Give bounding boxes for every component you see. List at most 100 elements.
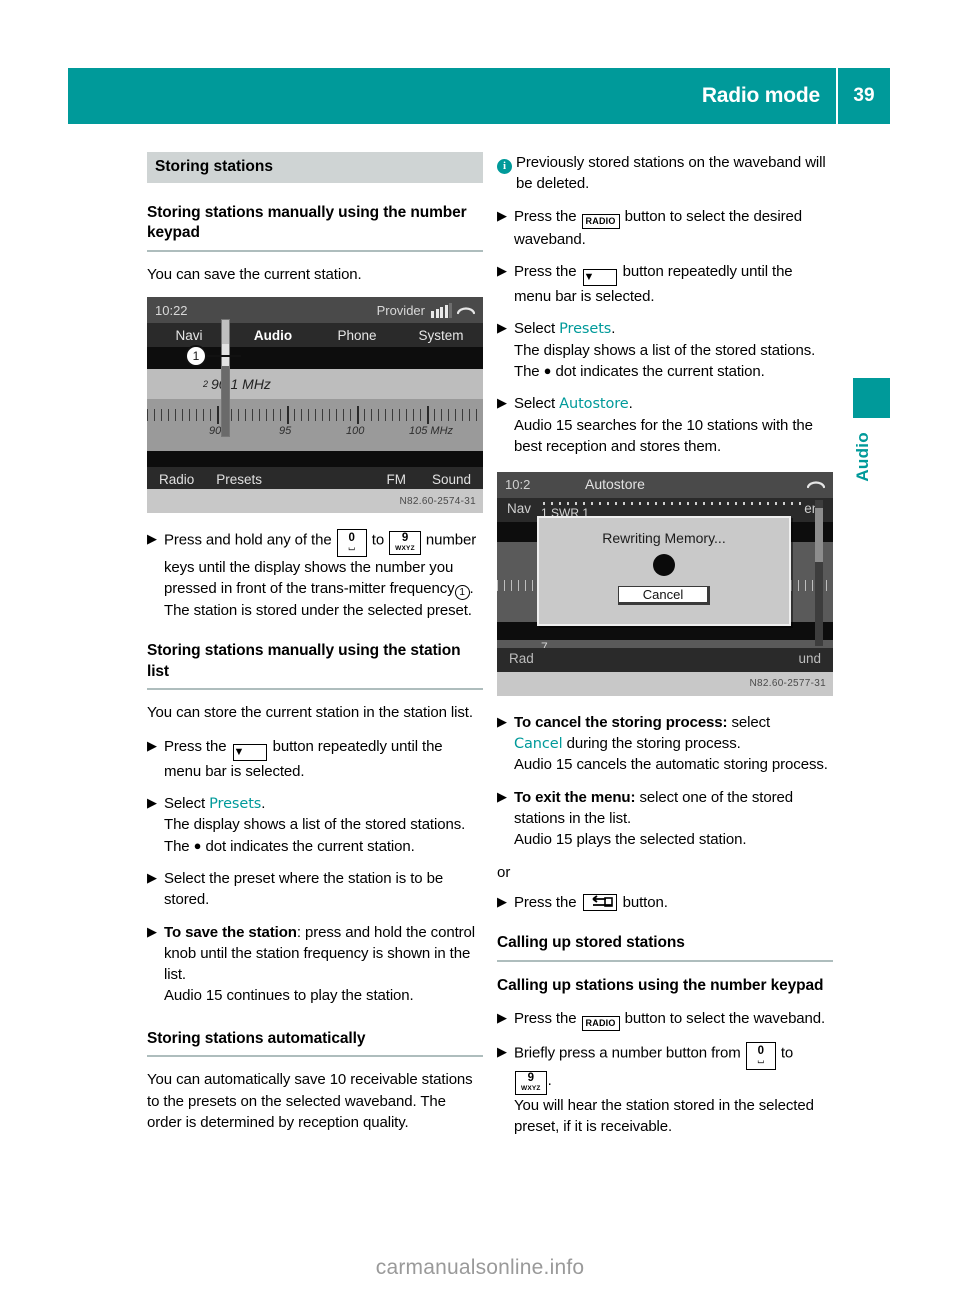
scale-major-ticks [147, 406, 483, 425]
step-text-b: to [780, 1044, 794, 1062]
step-marker-icon: ▶ [497, 395, 507, 411]
left-column: Storing stations Storing stations manual… [147, 152, 483, 1145]
chapter-side-tab: Audio [853, 378, 891, 482]
step-text-mid: select [731, 713, 771, 731]
step-text-b: button to select the waveband. [624, 1010, 826, 1028]
heading-rule-2 [147, 688, 483, 691]
step-marker-icon: ▶ [497, 207, 507, 223]
key-0-icon: 0 ⌴ [745, 1042, 776, 1070]
step-result: The station is stored under the selected… [164, 602, 472, 619]
heading-rule [147, 249, 483, 252]
step-exit-the-menu: ▶ To exit the menu: select one of the st… [497, 787, 833, 851]
bottom-menu-sound[interactable]: Sound [432, 472, 483, 487]
step-text-a: Press the [164, 737, 227, 755]
radio-status-bar: 10:22 Provider [147, 297, 483, 324]
menu-link-presets[interactable]: Presets [559, 321, 611, 337]
scale-label-90: 90 [209, 425, 222, 438]
step-text: Press the button. [514, 892, 833, 913]
info-text: Previously stored stations on the waveba… [516, 154, 826, 193]
radio-top-menu: Navi Audio Phone System [147, 323, 483, 348]
step-marker-icon: ▶ [497, 788, 507, 804]
menu-link-cancel[interactable]: Cancel [514, 736, 563, 752]
radio-frequency-value: 90.1 MHz [211, 376, 271, 393]
back-button-icon [582, 893, 617, 911]
menu-link-autostore[interactable]: Autostore [559, 396, 629, 412]
bottom-menu-presets[interactable]: Presets [194, 472, 262, 487]
step-text-b: . [611, 320, 616, 338]
key-9-icon: 9 WXYZ [515, 1071, 547, 1096]
bullet-dot-icon: ● [193, 837, 202, 853]
step-text: Select the preset where the station is t… [164, 869, 444, 909]
rewriting-memory-dialog: Rewriting Memory... Cancel [537, 515, 791, 626]
step-marker-icon: ▶ [147, 737, 157, 753]
bottom-menu-sound[interactable]: und [798, 651, 821, 666]
step-text: To save the station: press and hold the … [164, 922, 483, 1007]
step-select-presets: ▶ Select Presets. The display shows a li… [147, 793, 483, 857]
right-column: i Previously stored stations on the wave… [497, 152, 833, 1149]
step-text: Press the RADIO button to select the des… [514, 206, 833, 250]
autostore-scrollbar[interactable] [815, 499, 823, 646]
step-result-b: dot indicates the current station. [555, 363, 765, 381]
step-marker-icon: ▶ [497, 1010, 507, 1026]
step-result: Audio 15 plays the selected station. [514, 831, 747, 849]
menu-item-audio[interactable]: Audio [231, 328, 315, 343]
bottom-menu-radio[interactable]: Rad [509, 651, 534, 666]
menu-item-phone[interactable]: Phone [315, 328, 399, 343]
heading-storing-manually-keypad: Storing stations manually using the numb… [147, 204, 467, 242]
radio-bottom-menu: Radio Presets FM Sound [147, 467, 483, 490]
menu-item-system[interactable]: System [399, 328, 483, 343]
intro-storing-automatically: You can automatically save 10 receivable… [147, 1071, 473, 1131]
radio-button-icon: RADIO [581, 1016, 620, 1032]
page-title: Radio mode [701, 84, 820, 107]
step-text-rest: during the storing process. [566, 734, 741, 752]
step-text: Select Autostore. Audio 15 searches for … [514, 393, 833, 457]
side-tab-label: Audio [853, 432, 872, 482]
step-press-down-button: ▶ Press the ▼ button repeatedly until th… [497, 261, 833, 307]
phone-handset-icon [456, 303, 476, 318]
radio-button-icon: RADIO [581, 213, 620, 229]
step-text-d: . [469, 580, 474, 597]
step-marker-icon: ▶ [497, 262, 507, 278]
step-text-a: Press the [514, 1010, 577, 1028]
menu-item-navi[interactable]: Nav [507, 501, 531, 516]
figure-caption-2: N82.60-2577-31 [497, 671, 833, 696]
bottom-menu-fm[interactable]: FM [386, 472, 432, 487]
bullet-dot-icon: ● [543, 363, 552, 379]
step-marker-icon: ▶ [147, 869, 157, 885]
step-text: Select Presets. The display shows a list… [514, 318, 833, 382]
radio-frequency-row: 2 90.1 MHz [147, 369, 483, 400]
preset-index-label: 2 [203, 379, 209, 390]
radio-frequency-scale: 90 95 100 105 MHz [147, 399, 483, 452]
step-text: Press and hold any of the 0 ⌴ to 9 WXYZ nu… [164, 529, 483, 621]
radio-clock: 10:22 [155, 302, 188, 318]
phone-handset-icon [806, 477, 826, 492]
scale-label-95: 95 [279, 425, 292, 438]
info-marker: i [497, 152, 516, 195]
step-result-b: dot indicates the current station. [205, 837, 415, 855]
step-text-b: button. [622, 893, 668, 911]
bottom-menu-radio[interactable]: Radio [147, 472, 194, 487]
step-result: Audio 15 continues to play the station. [164, 987, 414, 1005]
intro-save-current-station: You can save the current station. [147, 265, 362, 283]
step-marker-icon: ▶ [147, 923, 157, 939]
info-icon: i [497, 159, 512, 174]
radio-provider-label: Provider [376, 302, 425, 318]
step-marker-icon: ▶ [147, 794, 157, 810]
signal-strength-icon [431, 302, 452, 318]
step-text-bold: To cancel the storing process: [514, 713, 728, 731]
callout-bubble-1: 1 [185, 345, 207, 368]
autostore-screen: 10:2 Autostore Nav em 1 SWR 1 6 7 [497, 471, 833, 672]
menu-item-navi[interactable]: Navi [147, 328, 231, 343]
autostore-title: Autostore [585, 475, 645, 492]
cancel-button[interactable]: Cancel [618, 585, 710, 605]
tuner-slider[interactable] [221, 319, 230, 438]
figure-autostore-dialog: 10:2 Autostore Nav em 1 SWR 1 6 7 [497, 471, 833, 696]
step-text-a: Press the [514, 262, 577, 280]
heading-rule-3 [147, 1055, 483, 1058]
menu-link-presets[interactable]: Presets [209, 796, 261, 812]
step-text-b: to [371, 531, 385, 549]
step-marker-icon: ▶ [497, 320, 507, 336]
step-text-a: Select [514, 320, 556, 338]
step-press-radio-select-waveband: ▶ Press the RADIO button to select the d… [497, 206, 833, 250]
intro-store-in-station-list: You can store the current station in the… [147, 704, 473, 722]
